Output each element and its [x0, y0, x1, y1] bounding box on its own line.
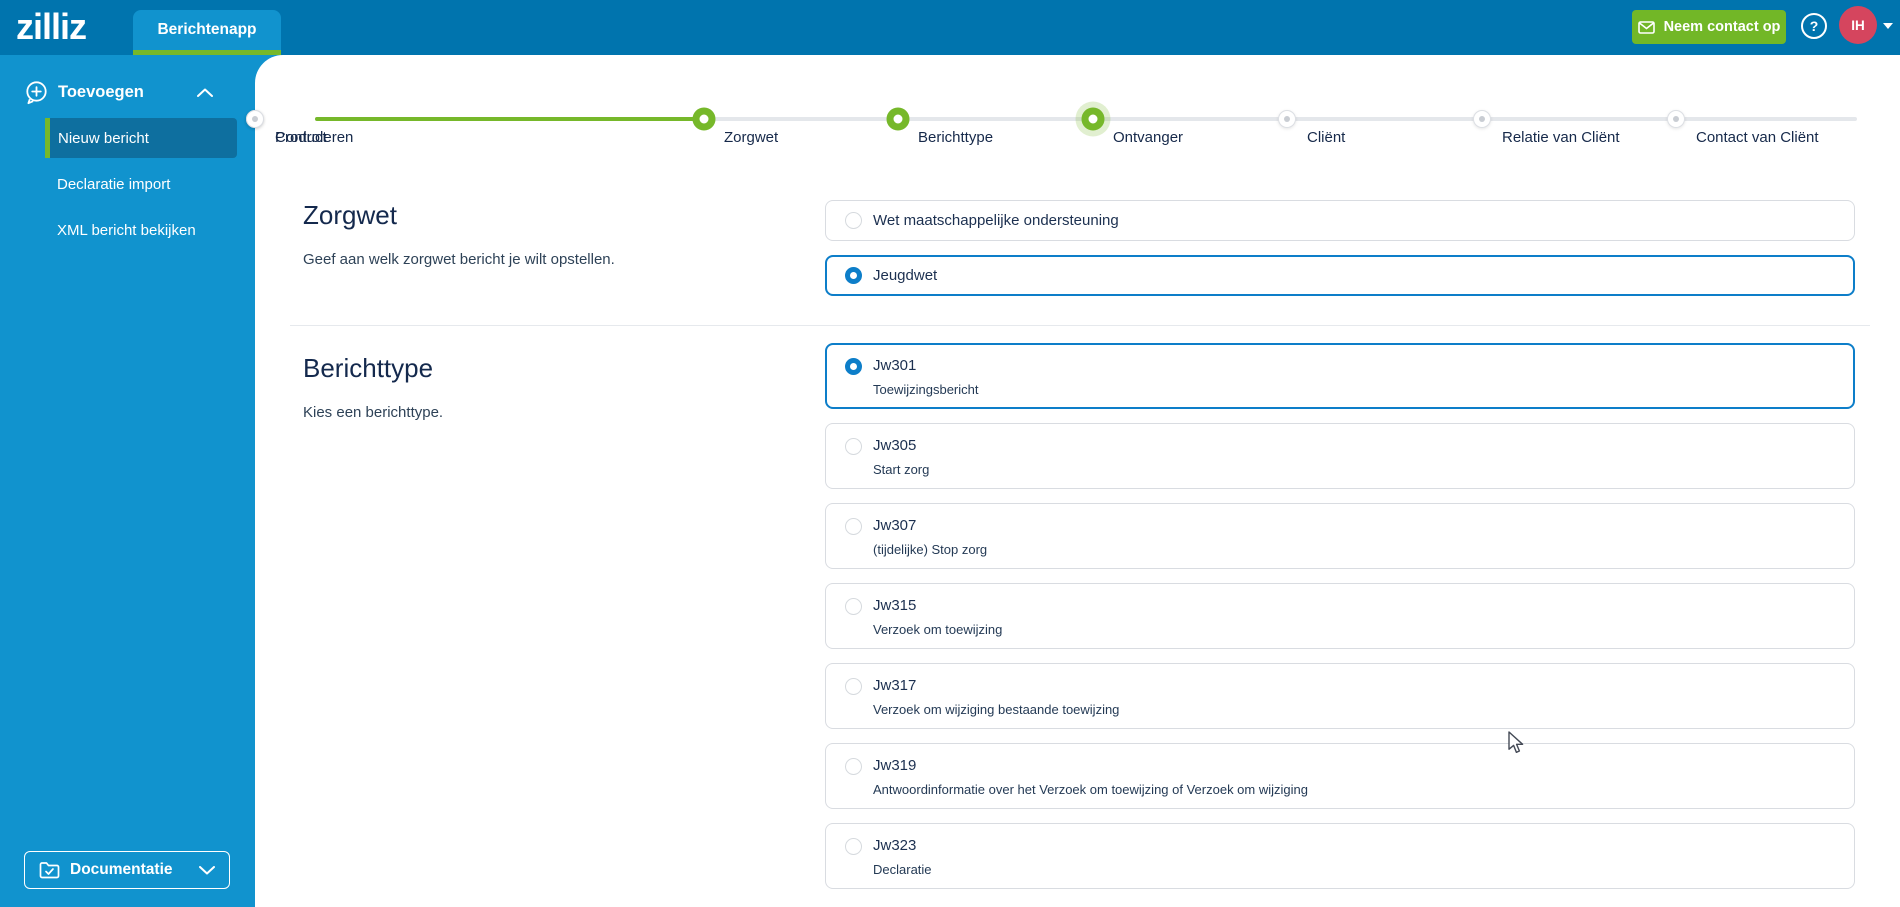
- contact-button-label: Neem contact op: [1663, 19, 1781, 35]
- step-label: Berichttype: [918, 129, 994, 146]
- avatar[interactable]: IH: [1839, 6, 1877, 44]
- step-label: Cliënt: [1307, 129, 1346, 146]
- radio-button[interactable]: [845, 678, 862, 695]
- radio-button[interactable]: [845, 838, 862, 855]
- radio-button[interactable]: [845, 518, 862, 535]
- option-sublabel: Toewijzingsbericht: [873, 382, 979, 397]
- option-jeugdwet[interactable]: Jeugdwet: [825, 255, 1855, 296]
- radio-button-selected[interactable]: [845, 267, 862, 284]
- step-label: Zorgwet: [724, 129, 779, 146]
- radio-button-selected[interactable]: [845, 358, 862, 375]
- sidebar-item-label: Nieuw bericht: [58, 129, 149, 147]
- folder-check-icon: [39, 862, 60, 879]
- step-label: Contact van Cliënt: [1696, 129, 1819, 146]
- sidebar-group-label: Toevoegen: [58, 82, 144, 101]
- step-dot-complete: [886, 107, 910, 131]
- option-label: Jw323: [873, 837, 917, 854]
- sidebar-item-nieuw-bericht[interactable]: Nieuw bericht: [45, 118, 237, 158]
- sidebar: Toevoegen Nieuw bericht Declaratie impor…: [0, 55, 255, 907]
- top-bar: zilliz Berichtenapp Neem contact op ? IH: [0, 0, 1900, 55]
- option-sublabel: Antwoordinformatie over het Verzoek om t…: [873, 782, 1308, 797]
- documentation-button[interactable]: Documentatie: [24, 851, 230, 889]
- option-label: Wet maatschappelijke ondersteuning: [873, 211, 1119, 229]
- option-jw323[interactable]: Jw323 Declaratie: [825, 823, 1855, 889]
- step-label: Controleren: [275, 129, 354, 146]
- tab-label: Berichtenapp: [157, 21, 257, 38]
- contact-button[interactable]: Neem contact op: [1632, 10, 1786, 44]
- main-content: Zorgwet Berichttype Ontvanger Cliënt Rel…: [246, 55, 1900, 907]
- plus-bubble-icon: [26, 80, 47, 104]
- option-jw301[interactable]: Jw301 Toewijzingsbericht: [825, 343, 1855, 409]
- option-sublabel: Verzoek om wijziging bestaande toewijzin…: [873, 702, 1120, 717]
- sidebar-item-xml-bericht-bekijken[interactable]: XML bericht bekijken: [45, 210, 237, 250]
- option-jw317[interactable]: Jw317 Verzoek om wijziging bestaande toe…: [825, 663, 1855, 729]
- section-berichttype: Berichttype Kies een berichttype. Jw301 …: [303, 343, 1855, 889]
- step-label: Relatie van Cliënt: [1502, 129, 1620, 146]
- section-zorgwet-info: Zorgwet Geef aan welk zorgwet bericht je…: [303, 200, 825, 296]
- option-label: Jeugdwet: [873, 266, 938, 284]
- section-title: Berichttype: [303, 353, 434, 383]
- step-dot-future: [1278, 110, 1296, 128]
- radio-button[interactable]: [845, 212, 862, 229]
- option-label: Jw307: [873, 517, 917, 534]
- help-icon[interactable]: ?: [1801, 13, 1827, 39]
- sidebar-item-label: XML bericht bekijken: [57, 221, 196, 239]
- option-label: Jw315: [873, 597, 917, 614]
- option-jw319[interactable]: Jw319 Antwoordinformatie over het Verzoe…: [825, 743, 1855, 809]
- step-dot-current: [1081, 107, 1105, 131]
- option-label: Jw319: [873, 757, 917, 774]
- radio-button[interactable]: [845, 758, 862, 775]
- section-divider: [290, 325, 1870, 326]
- chevron-down-icon: [199, 865, 215, 874]
- option-sublabel: Declaratie: [873, 862, 932, 877]
- option-label: Jw305: [873, 437, 917, 454]
- section-description: Geef aan welk zorgwet bericht je wilt op…: [303, 251, 615, 268]
- option-sublabel: Start zorg: [873, 462, 930, 477]
- wizard-stepper: Zorgwet Berichttype Ontvanger Cliënt Rel…: [246, 55, 1900, 170]
- envelope-icon: [1637, 20, 1655, 34]
- sidebar-nav: Nieuw bericht Declaratie import XML beri…: [0, 118, 255, 256]
- option-jw307[interactable]: Jw307 (tijdelijke) Stop zorg: [825, 503, 1855, 569]
- berichttype-options: Jw301 Toewijzingsbericht Jw305 Start zor…: [825, 343, 1855, 889]
- step-dot-future: [1473, 110, 1491, 128]
- option-wmo[interactable]: Wet maatschappelijke ondersteuning: [825, 200, 1855, 241]
- option-jw305[interactable]: Jw305 Start zorg: [825, 423, 1855, 489]
- section-berichttype-info: Berichttype Kies een berichttype.: [303, 343, 825, 889]
- zorgwet-options: Wet maatschappelijke ondersteuning Jeugd…: [825, 200, 1855, 296]
- documentation-label: Documentatie: [70, 861, 173, 878]
- stepper-progress: [315, 117, 704, 121]
- option-label: Jw317: [873, 677, 917, 694]
- step-dot-complete: [692, 107, 716, 131]
- option-jw315[interactable]: Jw315 Verzoek om toewijzing: [825, 583, 1855, 649]
- option-label: Jw301: [873, 357, 917, 374]
- section-title: Zorgwet: [303, 200, 397, 230]
- chevron-up-icon: [197, 88, 213, 97]
- avatar-initials: IH: [1851, 17, 1865, 33]
- option-sublabel: (tijdelijke) Stop zorg: [873, 542, 988, 557]
- section-description: Kies een berichttype.: [303, 404, 444, 421]
- sidebar-group-toevoegen[interactable]: Toevoegen: [0, 77, 255, 107]
- sidebar-item-label: Declaratie import: [57, 175, 171, 193]
- caret-down-icon[interactable]: [1883, 23, 1893, 29]
- step-dot-future: [1667, 110, 1685, 128]
- option-sublabel: Verzoek om toewijzing: [873, 622, 1003, 637]
- tab-berichtenapp[interactable]: Berichtenapp: [133, 10, 281, 55]
- step-dot-future: [246, 110, 264, 128]
- zilliz-logo[interactable]: zilliz: [16, 2, 87, 52]
- step-label: Ontvanger: [1113, 129, 1184, 146]
- radio-button[interactable]: [845, 438, 862, 455]
- sidebar-item-declaratie-import[interactable]: Declaratie import: [45, 164, 237, 204]
- section-zorgwet: Zorgwet Geef aan welk zorgwet bericht je…: [303, 200, 1855, 296]
- radio-button[interactable]: [845, 598, 862, 615]
